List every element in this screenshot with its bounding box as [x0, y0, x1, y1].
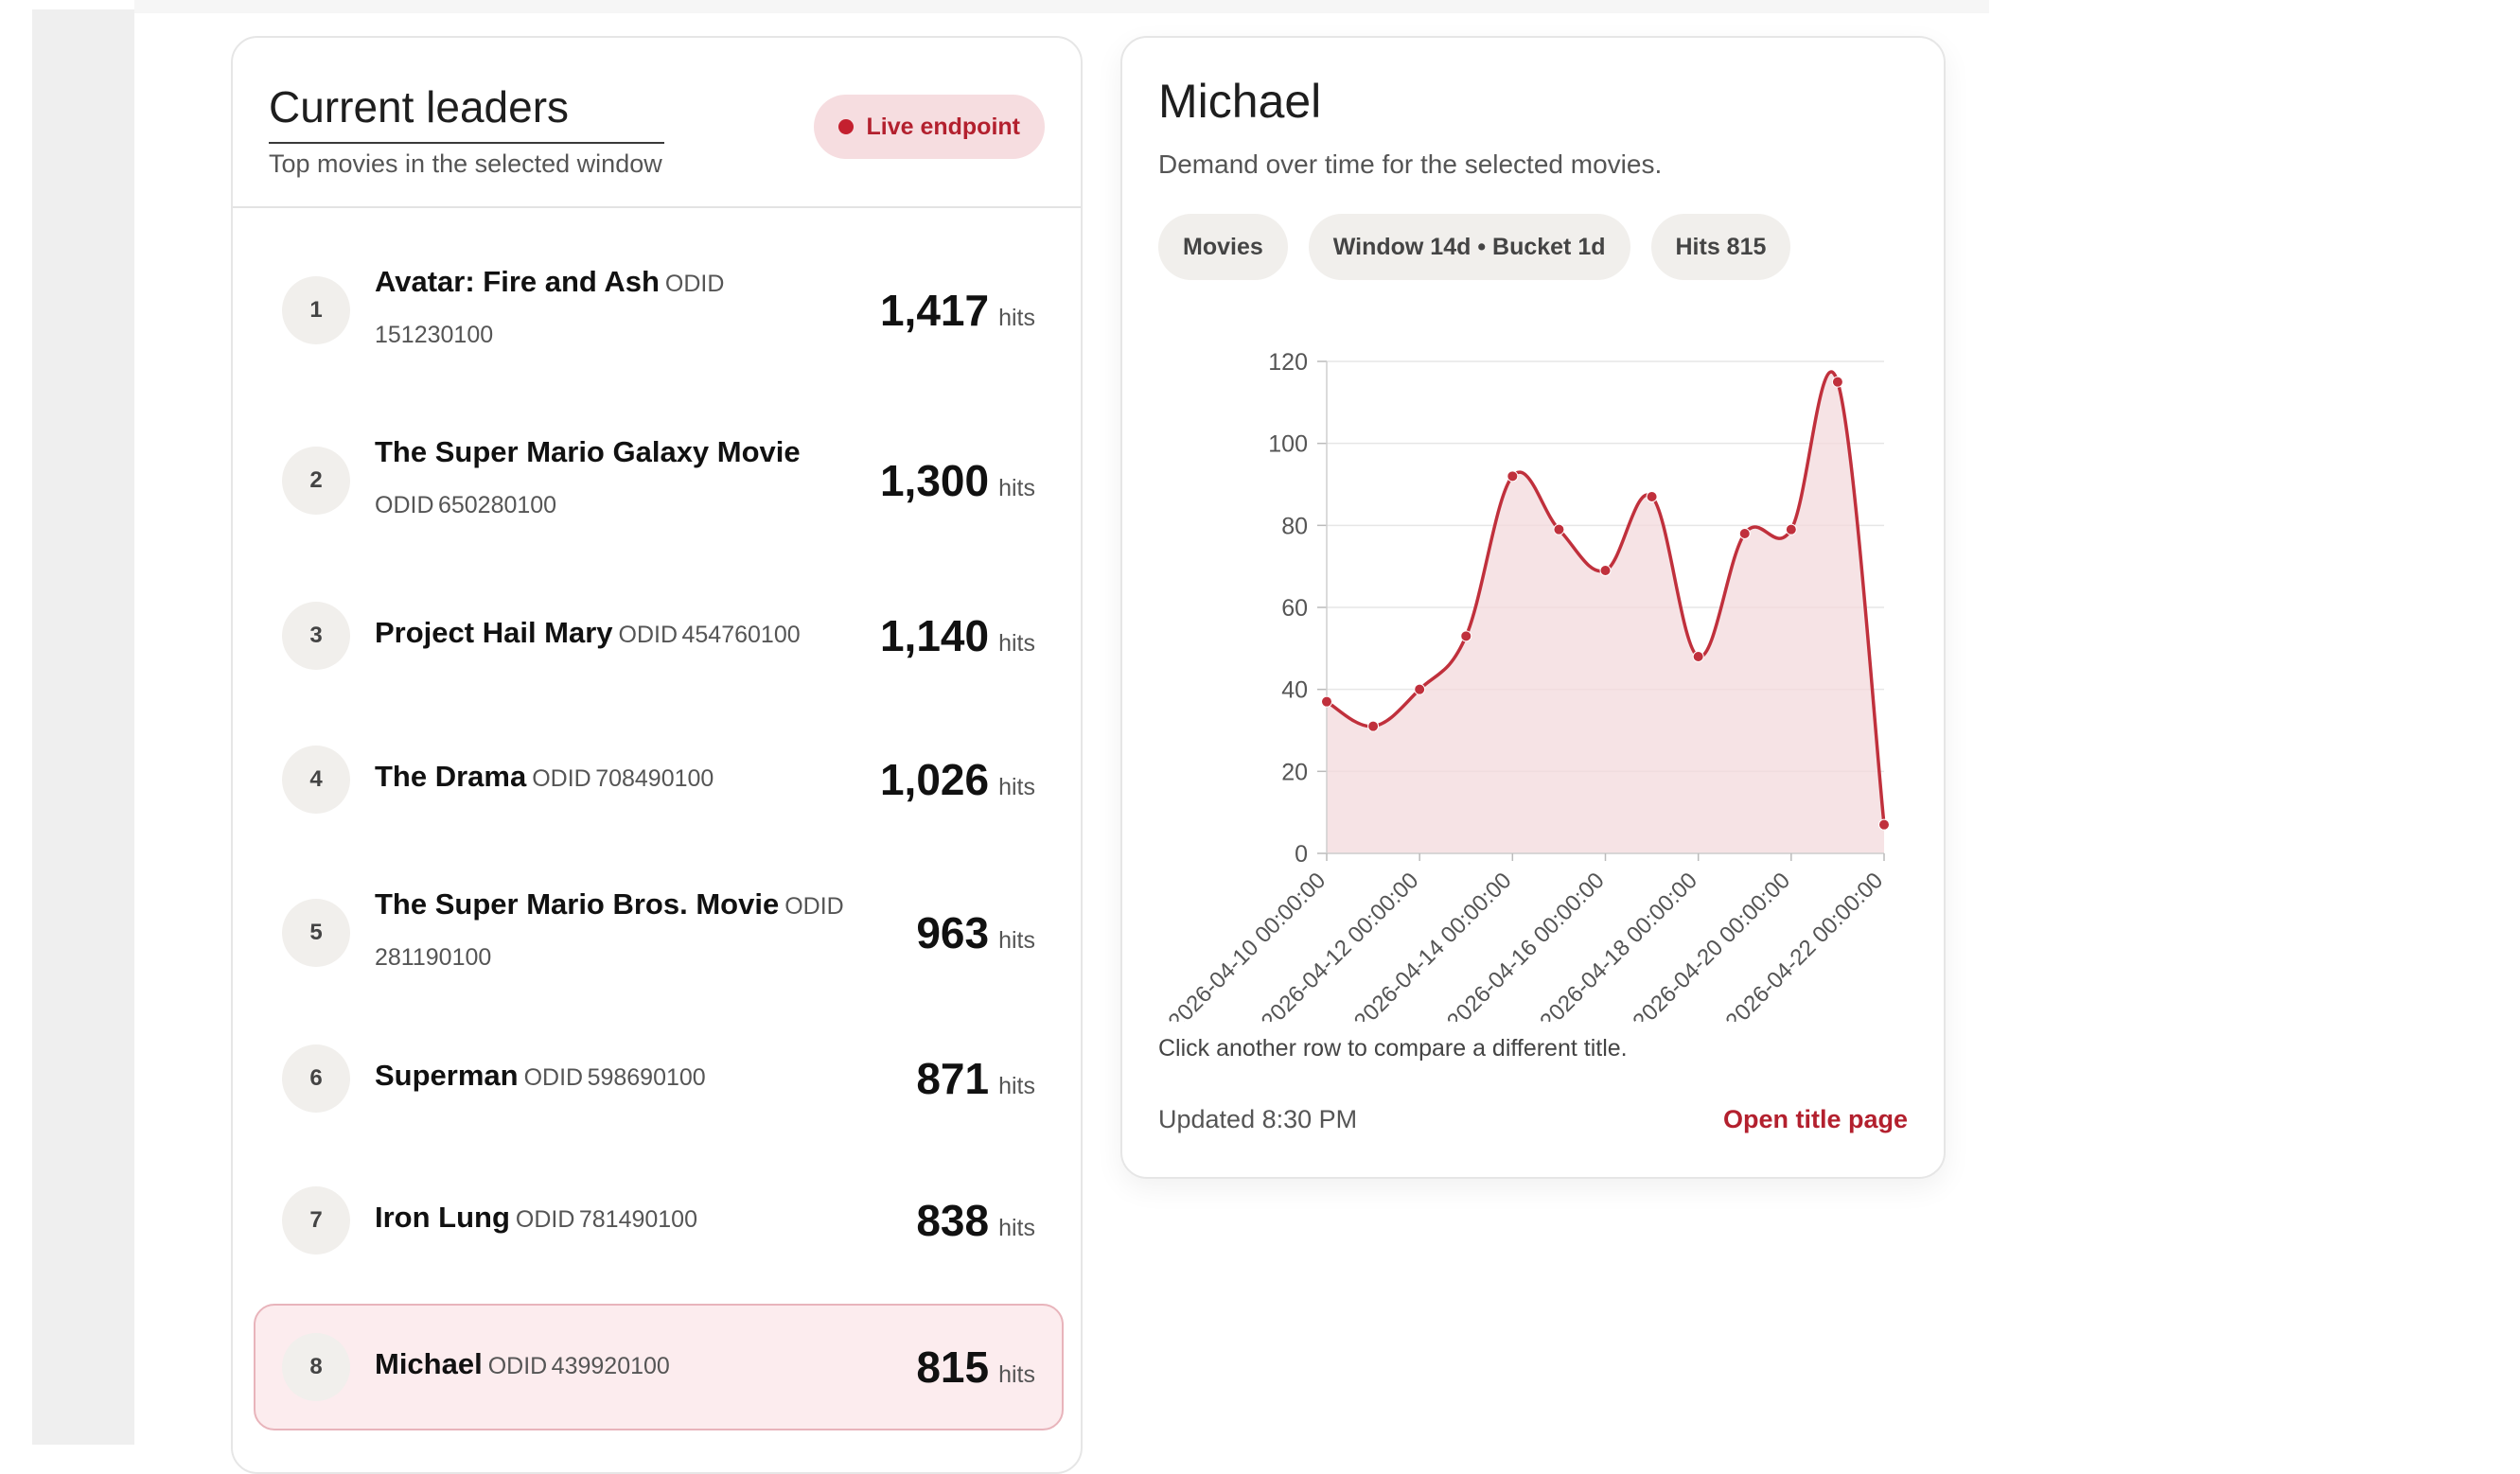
leaders-header: Current leaders Top movies in the select…: [233, 38, 1081, 208]
hits-count: 1,026: [879, 755, 990, 804]
movie-name: The Super Mario Galaxy Movie: [375, 435, 801, 468]
y-tick-label: 100: [1268, 431, 1308, 458]
demand-chart: 0204060801001202026-04-10 00:00:002026-0…: [1164, 349, 1890, 1022]
rank-badge: 7: [282, 1186, 350, 1255]
y-tick-label: 120: [1268, 349, 1308, 376]
odid-value: 781490100: [578, 1206, 697, 1233]
odid-label: ODID: [532, 765, 591, 792]
hits-unit: hits: [998, 1073, 1035, 1099]
y-tick-label: 40: [1281, 677, 1308, 704]
data-point: [1646, 491, 1658, 502]
hits-unit: hits: [998, 630, 1035, 657]
rank-badge: 3: [282, 602, 350, 670]
odid-label: ODID: [618, 622, 678, 648]
odid-label: ODID: [784, 893, 844, 920]
rank-badge: 6: [282, 1044, 350, 1113]
leaders-subtitle: Top movies in the selected window: [269, 149, 662, 178]
odid-value: 598690100: [587, 1064, 706, 1091]
hits-unit: hits: [998, 927, 1035, 954]
live-endpoint-label: Live endpoint: [866, 113, 1021, 140]
movie-name: Superman: [375, 1059, 519, 1092]
data-point: [1367, 720, 1380, 732]
leader-row-3[interactable]: 3 Project Hail Mary ODID 454760100 1,140 …: [254, 588, 1064, 683]
odid-value: 439920100: [551, 1353, 670, 1379]
left-gutter: [32, 9, 134, 1445]
odid-value: 151230100: [375, 322, 494, 348]
live-dot-icon: [837, 119, 854, 134]
hits-unit: hits: [998, 305, 1035, 331]
odid-label: ODID: [487, 1353, 548, 1379]
title-underline: [269, 142, 664, 144]
leader-row-6[interactable]: 6 Superman ODID 598690100 871 hits: [254, 1031, 1064, 1126]
hits-count: 838: [916, 1196, 990, 1245]
rank-badge: 8: [282, 1333, 350, 1401]
leader-row-8-selected[interactable]: 8 Michael ODID 439920100 815 hits: [254, 1304, 1064, 1430]
odid-value: 454760100: [681, 622, 801, 648]
data-point: [1507, 470, 1519, 483]
data-point: [1553, 523, 1565, 535]
data-point: [1414, 683, 1426, 695]
hits-count: 815: [916, 1342, 990, 1392]
hits-unit: hits: [998, 475, 1035, 501]
rank-badge: 5: [282, 899, 350, 967]
leader-row-1[interactable]: 1 Avatar: Fire and Ash ODID 151230100 1,4…: [254, 244, 1064, 377]
hits-count: 963: [916, 908, 990, 957]
x-tick-label: 2026-04-22 00:00:00: [1721, 868, 1889, 1022]
movie-name: Project Hail Mary: [375, 616, 613, 649]
y-tick-label: 80: [1281, 513, 1308, 539]
live-endpoint-badge[interactable]: Live endpoint: [813, 95, 1045, 159]
leaders-card: Current leaders Top movies in the select…: [231, 36, 1083, 1474]
movie-name: Michael: [375, 1347, 483, 1380]
hits-count: 1,300: [879, 456, 990, 505]
rank-badge: 4: [282, 746, 350, 814]
movie-name: The Super Mario Bros. Movie: [375, 887, 780, 921]
odid-value: 650280100: [437, 492, 557, 518]
odid-label: ODID: [515, 1206, 575, 1233]
movie-name: Iron Lung: [375, 1201, 510, 1234]
hits-unit: hits: [998, 1361, 1035, 1388]
odid-label: ODID: [664, 271, 725, 297]
leader-row-7[interactable]: 7 Iron Lung ODID 781490100 838 hits: [254, 1173, 1064, 1268]
leader-row-2[interactable]: 2 The Super Mario Galaxy Movie ODID 6502…: [254, 414, 1064, 547]
data-point: [1692, 651, 1704, 662]
updated-timestamp: Updated 8:30 PM: [1158, 1105, 1358, 1133]
hits-count: 1,417: [879, 286, 990, 335]
data-point: [1738, 528, 1751, 539]
open-title-page-link[interactable]: Open title page: [1723, 1105, 1908, 1134]
filter-chips: Movies Window 14d • Bucket 1d Hits 815: [1158, 214, 1791, 280]
chip-hits[interactable]: Hits 815: [1650, 214, 1791, 280]
odid-value: 708490100: [595, 765, 714, 792]
top-shade: [134, 0, 1989, 13]
rank-badge: 2: [282, 447, 350, 515]
leaders-title: Current leaders: [269, 82, 570, 132]
detail-card: Michael Demand over time for the selecte…: [1120, 36, 1946, 1179]
data-point: [1460, 630, 1472, 642]
chip-movies[interactable]: Movies: [1158, 214, 1288, 280]
odid-label: ODID: [523, 1064, 584, 1091]
leader-row-5[interactable]: 5 The Super Mario Bros. Movie ODID 281190…: [254, 867, 1064, 999]
hits-unit: hits: [998, 774, 1035, 800]
chip-window-bucket[interactable]: Window 14d • Bucket 1d: [1308, 214, 1630, 280]
odid-label: ODID: [375, 492, 434, 518]
data-point: [1599, 565, 1612, 576]
rank-badge: 1: [282, 276, 350, 344]
hits-count: 871: [916, 1054, 990, 1103]
y-tick-label: 20: [1281, 759, 1308, 785]
compare-hint: Click another row to compare a different…: [1158, 1035, 1628, 1062]
detail-subtitle: Demand over time for the selected movies…: [1158, 149, 1663, 179]
movie-name: Avatar: Fire and Ash: [375, 265, 660, 298]
odid-value: 281190100: [375, 944, 492, 971]
y-tick-label: 60: [1281, 595, 1308, 622]
detail-title: Michael: [1158, 75, 1322, 128]
data-point: [1321, 695, 1332, 708]
data-point: [1878, 818, 1890, 831]
hits-count: 1,140: [879, 611, 990, 660]
y-tick-label: 0: [1295, 841, 1308, 868]
leader-row-4[interactable]: 4 The Drama ODID 708490100 1,026 hits: [254, 732, 1064, 827]
movie-name: The Drama: [375, 760, 527, 793]
data-point: [1785, 523, 1797, 535]
data-point: [1831, 376, 1843, 388]
hits-unit: hits: [998, 1215, 1035, 1241]
